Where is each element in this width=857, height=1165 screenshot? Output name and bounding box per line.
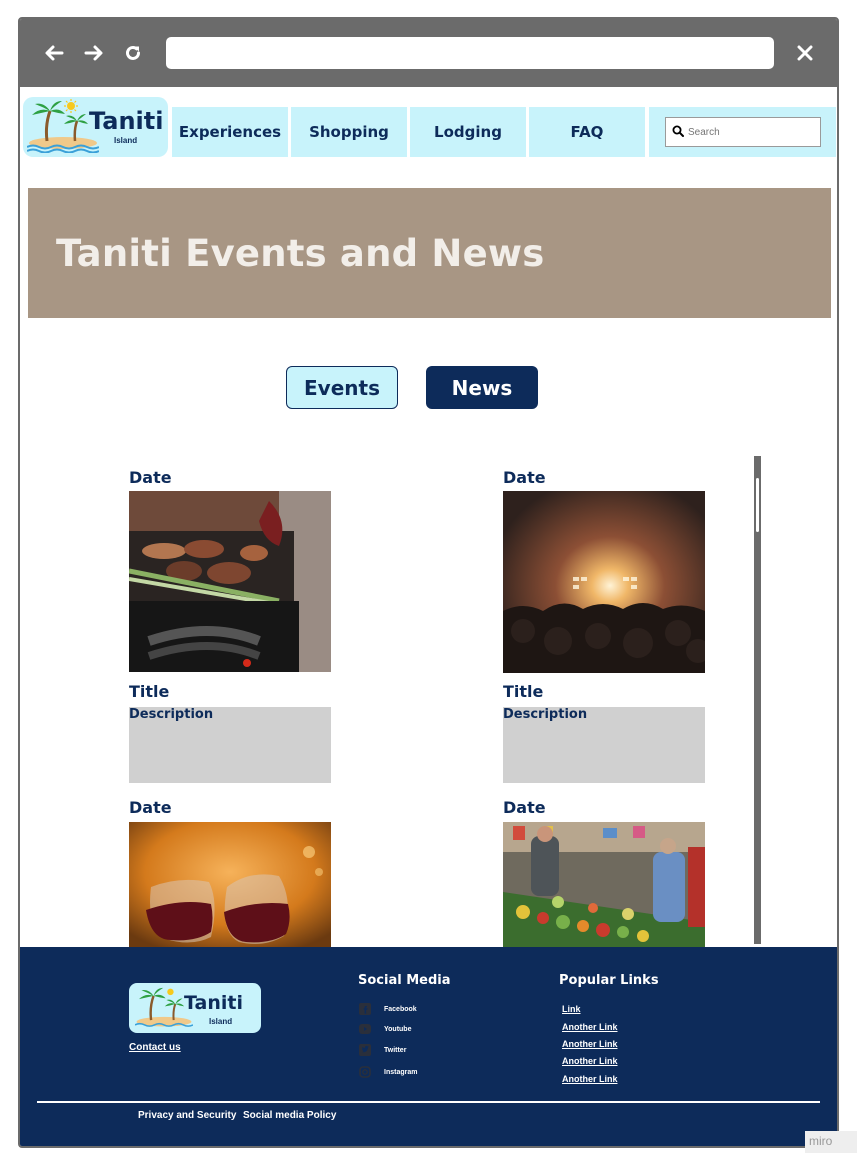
- wine-glasses-photo[interactable]: [129, 822, 331, 947]
- miro-watermark: miro: [805, 1131, 857, 1153]
- barbecue-grill-photo[interactable]: [129, 491, 331, 672]
- page-title: Taniti Events and News: [56, 232, 545, 275]
- social-label: Youtube: [384, 1025, 412, 1033]
- footer-link[interactable]: Another Link: [562, 1056, 618, 1066]
- search-box[interactable]: [665, 117, 821, 147]
- facebook-icon: [358, 1003, 371, 1016]
- logo-subtitle: Island: [114, 136, 138, 145]
- footer-logo-wordmark: Taniti: [184, 992, 243, 1014]
- close-icon[interactable]: [791, 39, 819, 67]
- privacy-link[interactable]: Privacy and Security: [138, 1110, 236, 1121]
- twitter-icon: [358, 1044, 371, 1057]
- address-bar[interactable]: [166, 37, 774, 69]
- arrow-right-icon[interactable]: [80, 39, 108, 67]
- browser-window: Taniti Island Experiences Shopping Lodgi…: [18, 17, 839, 1148]
- browser-toolbar: [20, 19, 837, 87]
- concert-crowd-photo[interactable]: [503, 491, 705, 673]
- social-instagram[interactable]: Instagram: [358, 1064, 417, 1080]
- nav-faq[interactable]: FAQ: [529, 107, 645, 157]
- logo-wordmark: Taniti: [89, 107, 164, 135]
- card-date: Date: [129, 468, 172, 487]
- nav-shopping[interactable]: Shopping: [291, 107, 407, 157]
- card-date: Date: [503, 798, 546, 817]
- social-label: Instagram: [384, 1068, 418, 1076]
- tab-events[interactable]: Events: [286, 366, 398, 409]
- site-footer: Taniti Island Contact us Social Media Fa…: [20, 947, 837, 1146]
- nav-lodging[interactable]: Lodging: [410, 107, 526, 157]
- card-title: Title: [129, 682, 170, 701]
- social-youtube[interactable]: Youtube: [358, 1021, 411, 1037]
- card-description-text: Description: [129, 707, 214, 722]
- social-policy-link[interactable]: Social media Policy: [243, 1110, 336, 1121]
- card-description: Description: [503, 707, 705, 783]
- nav-experiences[interactable]: Experiences: [172, 107, 288, 157]
- footer-divider: [37, 1101, 820, 1103]
- instagram-icon: [358, 1066, 371, 1079]
- social-twitter[interactable]: Twitter: [358, 1042, 406, 1058]
- card-title: Title: [503, 682, 544, 701]
- card-date: Date: [503, 468, 546, 487]
- tab-news[interactable]: News: [426, 366, 538, 409]
- card-description-text: Description: [503, 707, 588, 722]
- feed-scrollbar[interactable]: [754, 456, 761, 944]
- reload-icon[interactable]: [119, 39, 147, 67]
- arrow-left-icon[interactable]: [40, 39, 68, 67]
- footer-logo[interactable]: Taniti Island: [129, 983, 261, 1033]
- card-date: Date: [129, 798, 172, 817]
- market-stall-photo[interactable]: [503, 822, 705, 947]
- footer-link[interactable]: Another Link: [562, 1074, 618, 1084]
- site-logo[interactable]: Taniti Island: [23, 97, 168, 157]
- social-label: Twitter: [384, 1046, 407, 1054]
- social-label: Facebook: [384, 1005, 417, 1013]
- search-input[interactable]: [688, 123, 808, 141]
- footer-link[interactable]: Link: [562, 1004, 581, 1014]
- news-feed[interactable]: Date Title Description Date Title Descri…: [20, 449, 837, 947]
- footer-logo-subtitle: Island: [209, 1017, 233, 1026]
- card-description: Description: [129, 707, 331, 783]
- search-area: [649, 107, 836, 157]
- contact-link[interactable]: Contact us: [129, 1042, 181, 1053]
- popular-links-heading: Popular Links: [559, 973, 659, 988]
- footer-link[interactable]: Another Link: [562, 1022, 618, 1032]
- search-icon: [672, 125, 684, 137]
- youtube-icon: [358, 1023, 371, 1036]
- footer-link[interactable]: Another Link: [562, 1039, 618, 1049]
- hero-banner: Taniti Events and News: [28, 188, 831, 318]
- social-heading: Social Media: [358, 973, 451, 988]
- scrollbar-thumb[interactable]: [756, 478, 759, 532]
- social-facebook[interactable]: Facebook: [358, 1001, 417, 1017]
